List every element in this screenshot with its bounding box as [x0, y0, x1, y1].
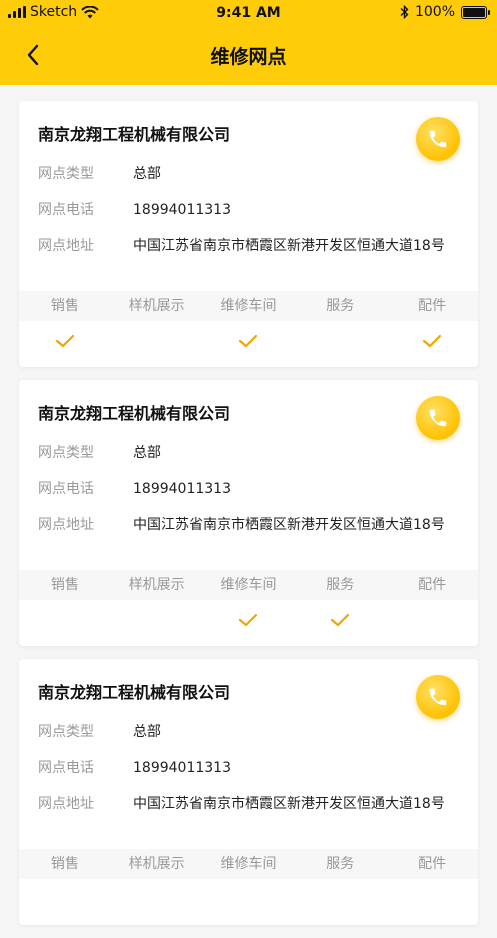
page-title: 维修网点 [210, 46, 287, 68]
checkmark-icon [330, 608, 350, 638]
service-header: 销售 样机展示 维修车间 服务 配件 [19, 570, 478, 600]
call-button[interactable] [416, 396, 460, 440]
bluetooth-icon [400, 5, 409, 19]
type-label: 网点类型 [38, 724, 94, 740]
service-label: 样机展示 [128, 577, 185, 593]
phone-value[interactable]: 18994011313 [133, 202, 231, 218]
service-check-cell [111, 887, 203, 917]
type-value: 总部 [133, 445, 161, 461]
status-bar: Sketch 9:41 AM 100% [0, 0, 497, 26]
phone-row: 网点电话 18994011313 [38, 199, 231, 219]
service-point-list: 南京龙翔工程机械有限公司 网点类型 总部 网点电话 18994011313 网点地址 中国… [19, 101, 478, 938]
service-label: 样机展示 [128, 856, 185, 872]
type-value: 总部 [133, 166, 161, 182]
checkmark-icon [238, 329, 258, 359]
phone-icon [429, 409, 447, 427]
phone-label: 网点电话 [38, 760, 94, 776]
phone-value[interactable]: 18994011313 [133, 481, 231, 497]
phone-row: 网点电话 18994011313 [38, 757, 231, 777]
company-name: 南京龙翔工程机械有限公司 [38, 404, 231, 423]
service-check-cell [386, 608, 478, 638]
company-name: 南京龙翔工程机械有限公司 [38, 683, 231, 702]
phone-icon [429, 688, 447, 706]
type-row: 网点类型 总部 [38, 163, 161, 183]
service-check-cell [19, 608, 111, 638]
address-row: 网点地址 中国江苏省南京市栖霞区新港开发区恒通大道18号 [38, 514, 445, 534]
phone-icon [429, 130, 447, 148]
address-row: 网点地址 中国江苏省南京市栖霞区新港开发区恒通大道18号 [38, 235, 445, 255]
service-check-cell [111, 608, 203, 638]
type-label: 网点类型 [38, 166, 94, 182]
service-check-cell [19, 887, 111, 917]
type-label: 网点类型 [38, 445, 94, 461]
phone-label: 网点电话 [38, 202, 94, 218]
service-check-cell [294, 329, 386, 359]
service-label: 维修车间 [220, 298, 277, 314]
address-label: 网点地址 [38, 517, 94, 533]
call-button[interactable] [416, 675, 460, 719]
service-label: 销售 [50, 577, 79, 593]
address-label: 网点地址 [38, 238, 94, 254]
service-point-card[interactable]: 南京龙翔工程机械有限公司 网点类型 总部网点电话 18994011313 网点地址 中国… [19, 659, 478, 925]
checkmark-icon [238, 608, 258, 638]
service-checks [19, 329, 478, 359]
service-check-cell [19, 329, 111, 359]
address-row: 网点地址 中国江苏省南京市栖霞区新港开发区恒通大道18号 [38, 793, 445, 813]
checkmark-icon [55, 329, 75, 359]
service-header: 销售 样机展示 维修车间 服务 配件 [19, 291, 478, 321]
service-label: 配件 [418, 577, 447, 593]
service-label: 样机展示 [128, 298, 185, 314]
company-name: 南京龙翔工程机械有限公司 [38, 125, 231, 144]
service-check-cell [203, 329, 295, 359]
address-value: 中国江苏省南京市栖霞区新港开发区恒通大道18号 [133, 796, 445, 812]
service-label: 维修车间 [220, 856, 277, 872]
service-point-card[interactable]: 南京龙翔工程机械有限公司 网点类型 总部网点电话 18994011313 网点地址 中国… [19, 101, 478, 367]
address-value: 中国江苏省南京市栖霞区新港开发区恒通大道18号 [133, 517, 445, 533]
service-label: 销售 [50, 856, 79, 872]
service-checks [19, 608, 478, 638]
battery-percent: 100% [414, 4, 455, 20]
call-button[interactable] [416, 117, 460, 161]
phone-row: 网点电话 18994011313 [38, 478, 231, 498]
address-label: 网点地址 [38, 796, 94, 812]
address-value: 中国江苏省南京市栖霞区新港开发区恒通大道18号 [133, 238, 445, 254]
service-check-cell [386, 887, 478, 917]
type-row: 网点类型 总部 [38, 721, 161, 741]
service-label: 服务 [326, 577, 355, 593]
phone-value[interactable]: 18994011313 [133, 760, 231, 776]
checkmark-icon [422, 329, 442, 359]
battery-icon [461, 5, 490, 19]
service-label: 服务 [326, 856, 355, 872]
service-check-cell [203, 887, 295, 917]
header-bar: Sketch 9:41 AM 100% 维修网点 [0, 0, 497, 85]
phone-label: 网点电话 [38, 481, 94, 497]
service-check-cell [294, 608, 386, 638]
service-label: 服务 [326, 298, 355, 314]
service-check-cell [111, 329, 203, 359]
service-checks [19, 887, 478, 917]
service-point-card[interactable]: 南京龙翔工程机械有限公司 网点类型 总部网点电话 18994011313 网点地址 中国… [19, 380, 478, 646]
service-check-cell [386, 329, 478, 359]
service-label: 配件 [418, 856, 447, 872]
service-check-cell [294, 887, 386, 917]
service-label: 配件 [418, 298, 447, 314]
service-header: 销售 样机展示 维修车间 服务 配件 [19, 849, 478, 879]
type-row: 网点类型 总部 [38, 442, 161, 462]
service-label: 销售 [50, 298, 79, 314]
type-value: 总部 [133, 724, 161, 740]
service-label: 维修车间 [220, 577, 277, 593]
service-check-cell [203, 608, 295, 638]
